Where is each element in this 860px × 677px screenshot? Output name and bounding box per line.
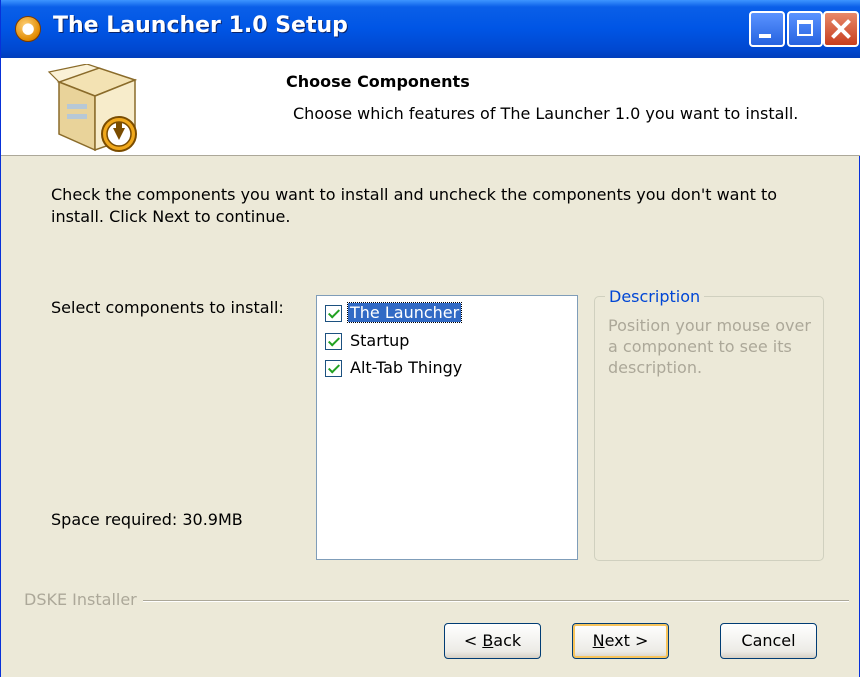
description-group: Description Position your mouse over a c… [594, 287, 824, 561]
next-label-rest: ext > [604, 631, 649, 650]
back-prefix: < [463, 631, 483, 650]
back-button[interactable]: < Back [444, 623, 541, 659]
cancel-button[interactable]: Cancel [720, 623, 817, 659]
maximize-button[interactable] [787, 11, 823, 47]
description-text: Position your mouse over a component to … [608, 316, 811, 377]
component-checkbox[interactable] [325, 333, 342, 350]
page-header: Choose Components Choose which features … [1, 58, 860, 156]
components-list[interactable]: The Launcher Startup Alt-Tab Thingy [316, 295, 578, 560]
back-label-rest: ack [493, 631, 522, 650]
component-item-alt-tab-thingy[interactable]: Alt-Tab Thingy [325, 357, 565, 379]
page-title: Choose Components [286, 72, 470, 91]
package-box-icon [47, 64, 138, 152]
component-checkbox[interactable] [325, 305, 342, 322]
next-access-key: N [592, 631, 605, 650]
space-required-text: Space required: 30.9MB [51, 510, 243, 529]
window-title: The Launcher 1.0 Setup [53, 13, 348, 38]
component-item-startup[interactable]: Startup [325, 330, 565, 352]
next-button[interactable]: Next > [572, 623, 669, 659]
setup-window: ● The Launcher 1.0 Setup Choose Componen… [0, 0, 860, 677]
instructions-text: Check the components you want to install… [51, 185, 778, 226]
installer-branding: DSKE Installer [24, 590, 143, 609]
page-subtitle: Choose which features of The Launcher 1.… [293, 104, 799, 123]
close-button[interactable] [823, 11, 859, 47]
component-label[interactable]: Startup [348, 331, 411, 350]
component-label[interactable]: Alt-Tab Thingy [348, 358, 464, 377]
component-checkbox[interactable] [325, 360, 342, 377]
component-item-the-launcher[interactable]: The Launcher [325, 302, 565, 324]
component-label[interactable]: The Launcher [346, 302, 463, 323]
footer-divider [24, 600, 849, 602]
minimize-button[interactable] [749, 11, 785, 47]
back-access-key: B [482, 631, 494, 650]
installer-icon: ● [15, 16, 41, 42]
description-legend: Description [605, 287, 705, 306]
title-bar[interactable]: ● The Launcher 1.0 Setup [1, 0, 860, 58]
select-components-label: Select components to install: [51, 298, 284, 317]
